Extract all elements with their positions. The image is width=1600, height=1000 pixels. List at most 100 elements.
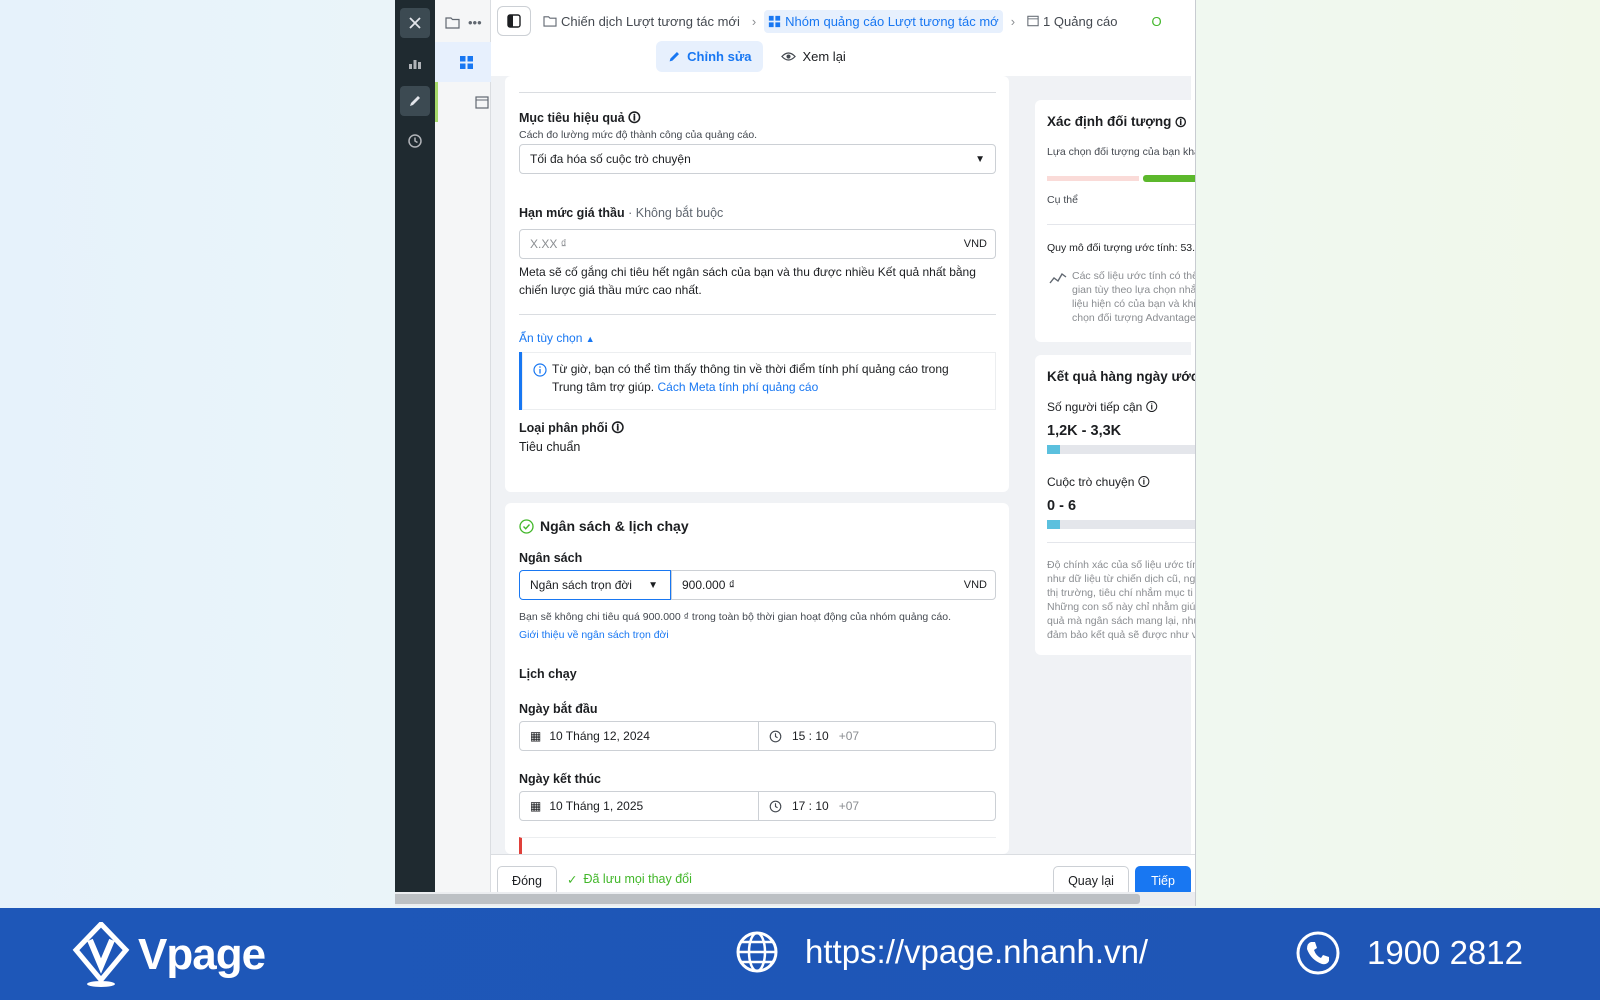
mode-switch: Chỉnh sửa Xem lại [491,38,1011,74]
end-date-label: Ngày kết thúc [519,772,601,786]
clock-icon [769,730,782,742]
budget-label: Ngân sách [519,551,583,565]
calendar-icon: ▦ [530,729,542,743]
info-icon[interactable]: 🛈 [611,421,624,435]
breadcrumb-adset[interactable]: Nhóm quảng cáo Lượt tương tác mớ [764,9,1003,33]
website[interactable]: https://vpage.nhanh.vn/ [735,930,1148,974]
budget-note: Bạn sẽ không chi tiêu quá 900.000 ₫ tron… [519,611,952,623]
ads-manager-screenshot: ••• Chiến dịch Lượt tương tác mới › Nhóm… [395,0,1196,906]
trend-icon [1049,272,1067,284]
start-time-input[interactable]: 15 : 10 +07 [758,721,996,751]
notice-line-2: Trung tâm trợ giúp. Cách Meta tính phí q… [552,380,819,394]
tree-ad[interactable] [435,82,491,122]
divider [519,92,996,93]
info-icon[interactable]: 🛈 [1138,475,1150,489]
audience-specific: Cụ thể [1047,194,1078,206]
divider [519,314,996,315]
budget-schedule-card: Ngân sách & lịch chạy Ngân sách Ngân sác… [505,503,1009,854]
pencil-icon [669,51,680,61]
chevron-right-icon: › [1010,13,1016,29]
divider [1047,224,1195,225]
goal-description: Cách đo lường mức độ thành công của quản… [519,129,758,141]
sidebar-icon [507,14,521,28]
editor-footer: Đóng ✓ Đã lưu mọi thay đổi Quay lại Tiếp [491,854,1195,896]
bid-cap-input[interactable]: X.XX ₫ VND [519,229,996,259]
breadcrumb-ad[interactable]: 1 Quảng cáo [1023,10,1121,33]
disclaimer-3: thị trường, tiêu chí nhắm mục ti [1047,587,1193,599]
conversations-value: 0 - 6 [1047,498,1077,514]
structure-tree: ••• [435,0,491,892]
caret-down-icon: ▼ [648,579,658,591]
disclaimer-5: quả mà ngân sách mang lại, nhu [1047,615,1196,627]
panel-toggle-button[interactable] [497,6,531,36]
calendar-icon: ▦ [530,799,542,813]
budget-type-select[interactable]: Ngân sách trọn đời ▼ [519,570,671,600]
info-icon[interactable]: 🛈 [1175,117,1186,129]
more-icon[interactable]: ••• [468,15,482,30]
disclaimer-4: Những con số này chỉ nhằm giú [1047,601,1196,613]
billing-notice: Từ giờ, bạn có thể tìm thấy thông tin về… [519,352,996,410]
hide-options-toggle[interactable]: Ẩn tùy chọn ▲ [519,329,595,348]
phone-icon [1296,931,1340,975]
chart-icon[interactable] [400,48,430,78]
goal-select[interactable]: Tối đa hóa số cuộc trò chuyện ▼ [519,144,996,174]
status-indicator: O [1151,13,1162,29]
chevron-right-icon: › [751,13,757,29]
reach-bar [1047,445,1195,454]
grid-icon [769,15,781,27]
saved-status: ✓ Đã lưu mọi thay đổi [567,872,692,887]
bid-help-2: chiến lược giá thầu mức cao nhất. [519,283,702,297]
info-circle-icon [533,363,547,377]
caret-down-icon: ▼ [975,153,985,165]
folder-icon [543,16,557,27]
audience-note-2: gian tùy theo lựa chọn nhắ [1072,284,1196,296]
info-icon[interactable]: 🛈 [1146,400,1158,414]
clock-icon[interactable] [400,126,430,156]
left-rail [395,0,435,892]
close-icon[interactable] [400,8,430,38]
folder-icon [445,16,460,29]
ad-frame-icon [1027,15,1039,27]
review-mode-button[interactable]: Xem lại [781,49,846,64]
audience-title: Xác định đối tượng 🛈 [1047,114,1187,129]
check-icon: ✓ [567,873,578,887]
eye-icon [781,51,797,61]
conversations-label: Cuộc trò chuyện 🛈 [1047,475,1150,489]
delivery-label: Loại phân phối 🛈 [519,421,625,435]
conversations-bar-fill [1047,520,1060,529]
ad-frame-icon [475,95,489,109]
top-bar: Chiến dịch Lượt tương tác mới › Nhóm quả… [491,0,1195,42]
breadcrumb-campaign[interactable]: Chiến dịch Lượt tương tác mới [539,10,744,33]
end-time-input[interactable]: 17 : 10 +07 [758,791,996,821]
scrollbar-thumb[interactable] [395,894,1140,904]
section-title: Ngân sách & lịch chạy [540,518,689,534]
billing-help-link[interactable]: Cách Meta tính phí quảng cáo [657,380,818,394]
daily-results-card: Kết quả hàng ngày ước Số người tiếp cận … [1035,355,1196,655]
caret-up-icon: ▲ [585,334,595,344]
edit-mode-button[interactable]: Chỉnh sửa [656,40,764,72]
tree-adset[interactable] [435,42,491,82]
disclaimer-1: Độ chính xác của số liệu ước tín [1047,559,1196,571]
goal-label: Mục tiêu hiệu quả 🛈 [519,111,641,125]
conversations-bar [1047,520,1195,529]
brand-banner: Vpage https://vpage.nhanh.vn/ 1900 2812 [0,908,1600,1000]
warning-banner-partial [519,837,996,854]
pencil-icon[interactable] [400,86,430,116]
end-date-input[interactable]: ▦ 10 Tháng 1, 2025 [519,791,759,821]
divider [1047,542,1195,543]
reach-bar-fill [1047,445,1060,454]
audience-card: Xác định đối tượng 🛈 Lựa chọn đối tượng … [1035,100,1196,342]
info-icon[interactable]: 🛈 [628,111,641,125]
hotline[interactable]: 1900 2812 [1295,930,1523,976]
start-date-input[interactable]: ▦ 10 Tháng 12, 2024 [519,721,759,751]
delivery-value: Tiêu chuẩn [519,440,581,454]
tree-campaign[interactable]: ••• [435,2,491,42]
brand-logo: Vpage [70,922,266,988]
budget-amount-input[interactable]: 900.000 ₫ VND [671,570,996,600]
lifetime-budget-link[interactable]: Giới thiệu về ngân sách trọn đời [519,629,669,641]
audience-note-1: Các số liệu ước tính có thể [1072,270,1196,282]
daily-title: Kết quả hàng ngày ước [1047,369,1196,384]
optimization-card: Mục tiêu hiệu quả 🛈 Cách đo lường mức độ… [505,76,1009,492]
horizontal-scrollbar[interactable] [395,892,1195,906]
notice-line-1: Từ giờ, bạn có thể tìm thấy thông tin về… [552,362,949,376]
